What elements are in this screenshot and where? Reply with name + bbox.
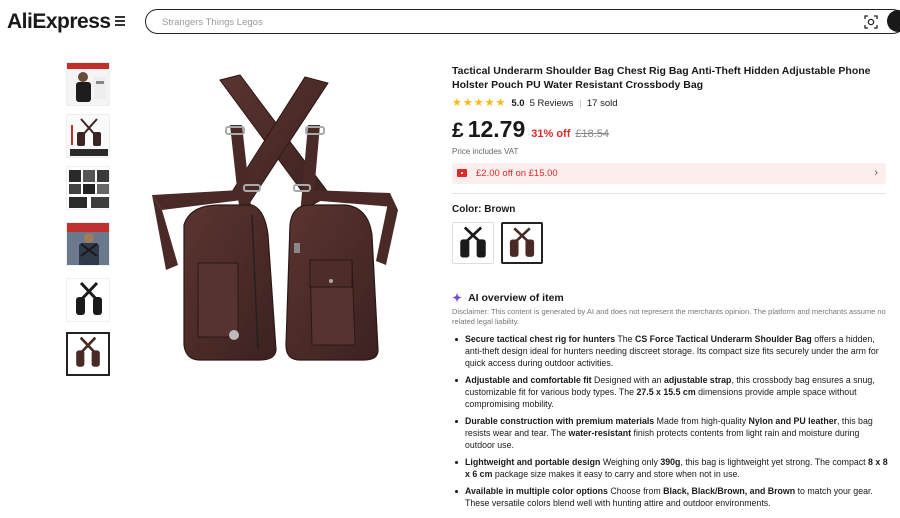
rating-value: 5.0 <box>511 98 525 109</box>
rating-stars[interactable]: ★ ★ ★ ★ ★ <box>452 98 505 109</box>
star-icon: ★ <box>484 97 495 109</box>
thumbnail-details-grid[interactable] <box>66 166 110 210</box>
color-swatches <box>452 222 892 266</box>
price-row: £ 12.79 31% off £18.54 <box>452 116 892 144</box>
ai-bullet-item: Secure tactical chest rig for hunters Th… <box>452 333 888 369</box>
product-title: Tactical Underarm Shoulder Bag Chest Rig… <box>452 65 871 91</box>
main-product-image[interactable] <box>140 65 410 375</box>
sold-count: 17 sold <box>586 98 618 109</box>
ai-bullet-item: Lightweight and portable design Weighing… <box>452 456 888 480</box>
ai-bullet-text: Weighing only <box>600 457 661 467</box>
thumbnail-model-front[interactable] <box>66 62 110 106</box>
ai-bullet-bold-text: 27.5 x 15.5 cm <box>636 387 696 397</box>
chevron-right-icon: › <box>874 167 878 179</box>
ai-bullet-text: The <box>615 334 635 344</box>
rating-row: ★ ★ ★ ★ ★ 5.0 5 Reviews | 17 sold <box>452 97 892 110</box>
color-label: Color: Brown <box>452 204 516 215</box>
ai-bullet-bold-text: adjustable strap <box>663 375 732 385</box>
ai-bullet-text: , this bag is lightweight yet strong. Th… <box>680 457 869 467</box>
thumbnail-dimensions[interactable] <box>66 114 110 158</box>
ai-bullet-bold-text: CS Force Tactical Underarm Shoulder Bag <box>634 334 812 344</box>
price-value: 12.79 <box>467 116 526 142</box>
thumbnail-model-wearing[interactable] <box>66 222 110 266</box>
coupon-banner[interactable]: £2.00 off on £15.00 › <box>452 163 886 184</box>
divider <box>452 193 886 194</box>
menu-icon[interactable] <box>115 16 125 26</box>
ai-bullet-bold-text: Durable construction with premium materi… <box>465 416 655 426</box>
ai-bullet-bold-text: Nylon and PU leather <box>748 416 838 426</box>
thumbnail-brown-variant[interactable] <box>66 332 110 376</box>
reviews-link[interactable]: 5 Reviews <box>530 98 574 109</box>
swatch-black[interactable] <box>452 222 494 264</box>
ai-bullet-bold-text: Black, Black/Brown, and Brown <box>663 486 796 496</box>
search-input[interactable] <box>162 14 762 30</box>
star-icon: ★ <box>495 97 506 109</box>
ai-bullet-item: Durable construction with premium materi… <box>452 415 888 451</box>
ai-bullet-bold-text: Adjustable and comfortable fit <box>465 375 592 385</box>
coupon-text: £2.00 off on £15.00 <box>476 168 558 179</box>
ai-overview-title: AI overview of item <box>468 292 564 304</box>
swatch-brown[interactable] <box>501 222 543 264</box>
ai-disclaimer: Disclaimer: This content is generated by… <box>452 307 886 326</box>
sparkle-icon: ✦ <box>452 291 463 305</box>
ai-bullet-bold-text: water-resistant <box>568 428 632 438</box>
aliexpress-logo[interactable]: AliExpress <box>7 10 111 34</box>
ai-overview-bullets: Secure tactical chest rig for hunters Th… <box>452 333 888 509</box>
image-search-icon[interactable] <box>864 15 878 29</box>
star-icon: ★ <box>473 97 484 109</box>
discount-badge: 31% off <box>531 128 571 140</box>
ai-overview-heading: ✦ AI overview of item <box>452 291 892 305</box>
ai-bullet-bold-text: Available in multiple color options <box>465 486 608 496</box>
star-icon: ★ <box>452 97 462 109</box>
ai-bullet-text: Made from high-quality <box>654 416 749 426</box>
thumbnail-black-variant[interactable] <box>66 278 110 322</box>
header: AliExpress <box>0 0 900 44</box>
original-price: £18.54 <box>575 128 610 140</box>
ai-bullet-bold-text: Secure tactical chest rig for hunters <box>465 334 616 344</box>
search-button[interactable] <box>887 10 900 32</box>
ai-bullet-text: Designed with an <box>591 375 664 385</box>
product-info: Tactical Underarm Shoulder Bag Chest Rig… <box>452 64 892 514</box>
ai-bullet-item: Adjustable and comfortable fit Designed … <box>452 374 888 410</box>
separator: | <box>579 98 582 109</box>
vat-note: Price includes VAT <box>452 147 519 156</box>
ai-bullet-text: Choose from <box>607 486 664 496</box>
star-icon: ★ <box>462 97 473 109</box>
ai-bullet-item: Available in multiple color options Choo… <box>452 485 888 509</box>
ai-bullet-bold-text: 390g <box>660 457 681 467</box>
ai-bullet-bold-text: Lightweight and portable design <box>465 457 601 467</box>
ai-bullet-text: package size makes it easy to carry and … <box>492 469 740 479</box>
price-currency: £ <box>452 119 464 142</box>
search-bar <box>145 9 900 34</box>
coupon-icon <box>457 169 467 177</box>
